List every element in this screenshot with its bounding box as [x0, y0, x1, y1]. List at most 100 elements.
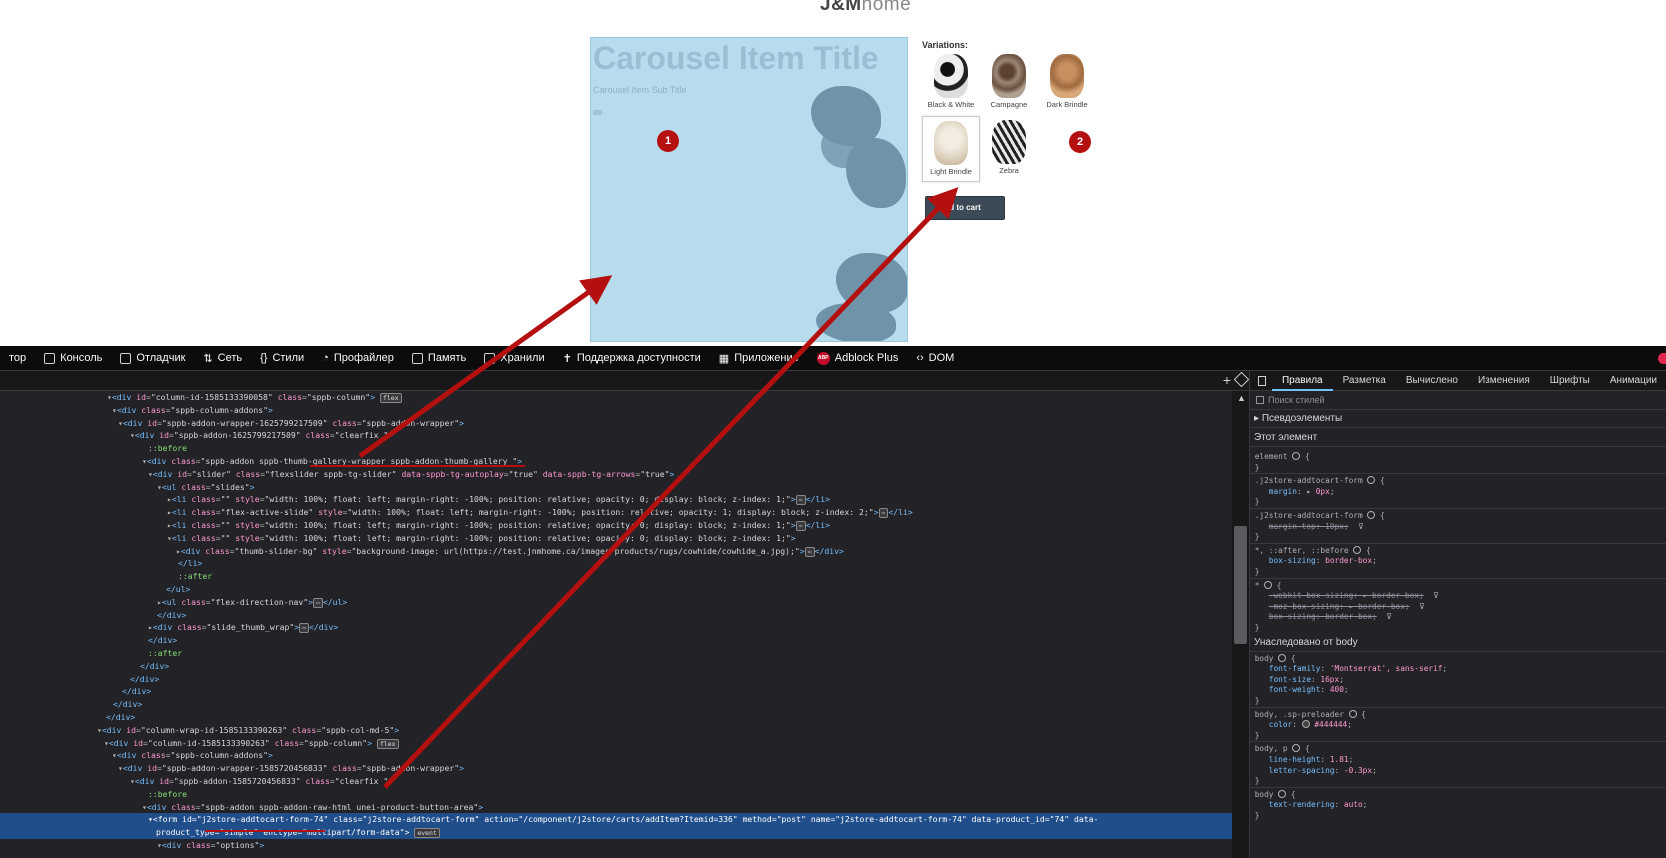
- product-carousel[interactable]: Carousel Item Title Carousel Item Sub Ti…: [590, 37, 908, 342]
- css-rule-line[interactable]: text-rendering: auto;: [1250, 799, 1666, 810]
- tab-application[interactable]: ▦ Приложение: [710, 346, 808, 371]
- markup-node[interactable]: ▸<li class="" style="width: 100%; float:…: [0, 493, 1232, 506]
- css-rule-line[interactable]: font-family: 'Montserrat', sans-serif;: [1250, 663, 1666, 674]
- css-rule-line[interactable]: }: [1250, 462, 1666, 473]
- site-logo[interactable]: J&Mhome: [820, 0, 911, 16]
- css-rule-line[interactable]: }: [1250, 810, 1666, 821]
- css-rule-line[interactable]: body {: [1250, 653, 1666, 664]
- css-rule-line[interactable]: .j2store-addtocart-form {: [1250, 475, 1666, 486]
- markup-node[interactable]: ▾<div id="column-id-1585133390058" class…: [0, 391, 1232, 404]
- tab-console[interactable]: Консоль: [35, 346, 111, 371]
- css-rule-line[interactable]: -moz-box-sizing: ▸ border-box; ⊽: [1250, 601, 1666, 612]
- add-node-icon[interactable]: +: [1223, 372, 1231, 388]
- scroll-up-icon[interactable]: ▲: [1237, 393, 1246, 403]
- markup-node[interactable]: </div>: [0, 634, 1232, 647]
- css-rule-line[interactable]: box-sizing: border-box;: [1250, 555, 1666, 566]
- tab-memory[interactable]: Память: [403, 346, 475, 371]
- markup-node[interactable]: ::before: [0, 442, 1232, 455]
- markup-node-selected[interactable]: ▾<form id="j2store-addtocart-form-74" cl…: [0, 813, 1232, 827]
- markup-node[interactable]: ▾<div class="sppb-addon sppb-addon-raw-h…: [0, 801, 1232, 814]
- markup-node[interactable]: ▾<div class="sppb-column-addons">: [0, 749, 1232, 762]
- markup-tree[interactable]: ▾<div id="column-id-1585133390058" class…: [0, 391, 1232, 858]
- carousel-button[interactable]: [593, 110, 602, 115]
- markup-node[interactable]: ▾<div id="column-wrap-id-1585133390263" …: [0, 724, 1232, 737]
- markup-node[interactable]: ▸<li class="flex-active-slide" style="wi…: [0, 506, 1232, 519]
- markup-node-selected[interactable]: product_type="simple" enctype="multipart…: [0, 826, 1232, 840]
- markup-node[interactable]: ▸<li class="" style="width: 100%; float:…: [0, 519, 1232, 532]
- markup-node[interactable]: ▾<ul class="slides">: [0, 481, 1232, 494]
- css-rule-line[interactable]: body, p {: [1250, 743, 1666, 754]
- variation-zebra[interactable]: Zebra: [980, 116, 1038, 182]
- tab-network[interactable]: ⇅ Сеть: [194, 346, 251, 371]
- tab-profiler[interactable]: ◔ Профайлер: [313, 346, 403, 371]
- markup-node[interactable]: ▾<div class="sppb-column-addons">: [0, 404, 1232, 417]
- markup-node[interactable]: ::before: [0, 788, 1232, 801]
- tab-debugger[interactable]: Отладчик: [111, 346, 194, 371]
- css-rule-line[interactable]: body {: [1250, 789, 1666, 800]
- markup-node[interactable]: </div>: [0, 698, 1232, 711]
- variation-campagne[interactable]: Campagne: [980, 50, 1038, 116]
- markup-node[interactable]: </div>: [0, 660, 1232, 673]
- tab-fonts[interactable]: Шрифты: [1540, 371, 1600, 391]
- tab-adblock-plus[interactable]: ABP Adblock Plus: [808, 346, 908, 371]
- css-rule-line[interactable]: }: [1250, 775, 1666, 786]
- css-rule-line[interactable]: }: [1250, 730, 1666, 741]
- tab-animations[interactable]: Анимации: [1600, 371, 1666, 391]
- css-rule-line[interactable]: .j2store-addtocart-form {: [1250, 510, 1666, 521]
- styles-filter-input[interactable]: Поиск стилей: [1250, 391, 1666, 410]
- tab-rules[interactable]: Правила: [1271, 371, 1333, 391]
- variation-light-brindle[interactable]: Light Brindle: [922, 116, 980, 182]
- markup-node[interactable]: ::after: [0, 647, 1232, 660]
- tab-storage[interactable]: Хранили: [475, 346, 553, 371]
- pseudo-elements-toggle[interactable]: ▸ Псевдоэлементы: [1250, 410, 1666, 428]
- css-rule-line[interactable]: font-weight: 400;: [1250, 684, 1666, 695]
- markup-node[interactable]: ::after: [0, 570, 1232, 583]
- markup-node[interactable]: ▾<div class="sppb-addon sppb-thumb-galle…: [0, 455, 1232, 468]
- markup-scrollbar[interactable]: ▲: [1232, 391, 1249, 858]
- css-rule-line[interactable]: line-height: 1.81;: [1250, 754, 1666, 765]
- markup-node[interactable]: </div>: [0, 711, 1232, 724]
- markup-node[interactable]: </div>: [0, 685, 1232, 698]
- markup-node[interactable]: ▾<div id="sppb-addon-1585720456833" clas…: [0, 775, 1232, 788]
- tab-layout[interactable]: Разметка: [1333, 371, 1396, 391]
- eyedropper-icon[interactable]: [1233, 371, 1250, 388]
- css-rule-line[interactable]: -webkit-box-sizing: ▸ border-box; ⊽: [1250, 590, 1666, 601]
- markup-node[interactable]: ▾<div class="options">: [0, 839, 1232, 852]
- css-rule-line[interactable]: body, .sp-preloader {: [1250, 709, 1666, 720]
- css-rule-line[interactable]: }: [1250, 622, 1666, 633]
- tab-computed[interactable]: Вычислено: [1396, 371, 1468, 391]
- css-rule-line[interactable]: *, ::after, ::before {: [1250, 545, 1666, 556]
- css-rule-line[interactable]: margin: ▸ 0px;: [1250, 486, 1666, 497]
- markup-node[interactable]: </div>: [0, 609, 1232, 622]
- scrollbar-thumb[interactable]: [1234, 526, 1247, 644]
- css-rule-line[interactable]: element {: [1250, 451, 1666, 462]
- error-indicator[interactable]: [1658, 353, 1666, 364]
- markup-node[interactable]: </div>: [0, 673, 1232, 686]
- tab-dom[interactable]: ‹› DOM: [907, 346, 963, 371]
- css-rule-line[interactable]: }: [1250, 496, 1666, 507]
- add-to-cart-button[interactable]: d to cart: [925, 196, 1005, 220]
- markup-node[interactable]: ▸<div class="thumb-slider-bg" style="bac…: [0, 545, 1232, 558]
- css-rule-line[interactable]: color: #444444;: [1250, 719, 1666, 730]
- css-rule-line[interactable]: }: [1250, 531, 1666, 542]
- css-rule-line[interactable]: }: [1250, 695, 1666, 706]
- css-rule-line[interactable]: box-sizing: border-box; ⊽: [1250, 611, 1666, 622]
- tab-inspector[interactable]: тор: [0, 346, 35, 371]
- variation-black-white[interactable]: Black & White: [922, 50, 980, 116]
- markup-node[interactable]: ▾<div id="sppb-addon-wrapper-16257992175…: [0, 417, 1232, 430]
- variation-dark-brindle[interactable]: Dark Brindle: [1038, 50, 1096, 116]
- markup-node[interactable]: ▾<div id="sppb-addon-1625799217509" clas…: [0, 429, 1232, 442]
- css-rule-line[interactable]: letter-spacing: -0.3px;: [1250, 765, 1666, 776]
- css-rule-line[interactable]: margin-top: 10px; ⊽: [1250, 521, 1666, 532]
- tab-accessibility[interactable]: ✝ Поддержка доступности: [554, 346, 710, 371]
- css-rule-line[interactable]: font-size: 16px;: [1250, 674, 1666, 685]
- tab-style-editor[interactable]: {} Стили: [251, 346, 313, 371]
- css-rule-line[interactable]: * {: [1250, 580, 1666, 591]
- markup-node[interactable]: </ul>: [0, 583, 1232, 596]
- markup-node[interactable]: ▾<div id="slider" class="flexslider sppb…: [0, 468, 1232, 481]
- markup-node[interactable]: ▸<ul class="flex-direction-nav"> ⋯ </ul>: [0, 596, 1232, 609]
- markup-node[interactable]: ▸<div class="slide_thumb_wrap"> ⋯ </div>: [0, 621, 1232, 634]
- tab-changes[interactable]: Изменения: [1468, 371, 1540, 391]
- markup-node[interactable]: ▾<div id="sppb-addon-wrapper-15857204568…: [0, 762, 1232, 775]
- markup-node[interactable]: </li>: [0, 557, 1232, 570]
